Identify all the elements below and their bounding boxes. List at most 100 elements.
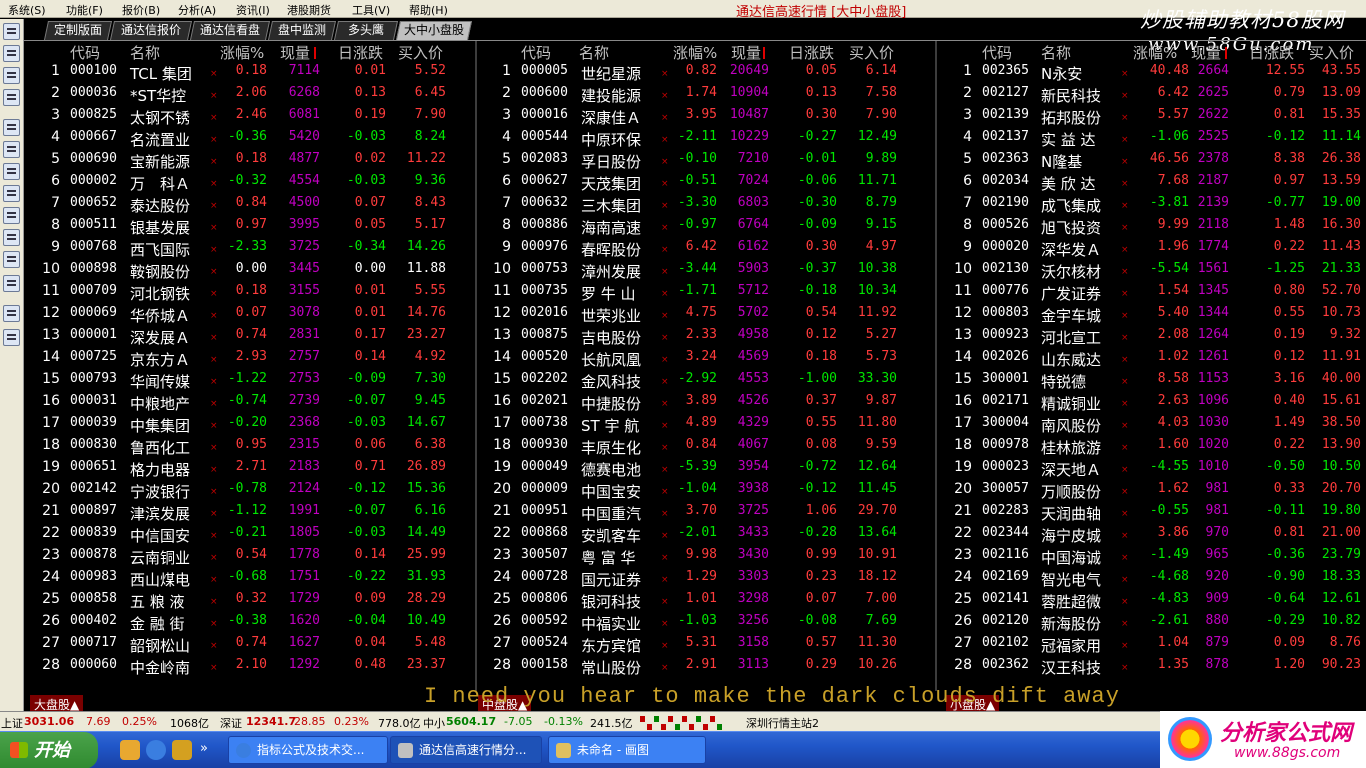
table-row[interactable]: 28 000060 中金岭南 × 2.10 1292 0.48 23.37: [24, 657, 475, 679]
column-header[interactable]: 现量: [731, 42, 761, 63]
column-header[interactable]: 涨幅%: [1133, 42, 1177, 63]
column-header[interactable]: 买入价: [398, 42, 443, 63]
table-row[interactable]: 20 300057 万顺股份 × 1.62 981 0.33 20.70: [937, 481, 1366, 503]
menu-item[interactable]: 功能(F): [66, 2, 103, 18]
column-header[interactable]: 代码: [521, 42, 551, 63]
multi-window-icon[interactable]: [3, 45, 20, 62]
table-row[interactable]: 16 002171 精诚铜业 × 2.63 1096 0.40 15.61: [937, 393, 1366, 415]
table-row[interactable]: 20 002142 宁波银行 × -0.78 2124 -0.12 15.36: [24, 481, 475, 503]
line-chart-icon[interactable]: [3, 67, 20, 84]
table-row[interactable]: 3 000016 深康佳Ａ × 3.95 10487 0.30 7.90: [477, 107, 935, 129]
table-row[interactable]: 4 000667 名流置业 × -0.36 5420 -0.03 8.24: [24, 129, 475, 151]
table-row[interactable]: 6 000627 天茂集团 × -0.51 7024 -0.06 11.71: [477, 173, 935, 195]
table-row[interactable]: 7 000632 三木集团 × -3.30 6803 -0.30 8.79: [477, 195, 935, 217]
quicklaunch-more-icon[interactable]: »: [200, 741, 208, 756]
table-row[interactable]: 1 000005 世纪星源 × 0.82 20649 0.05 6.14: [477, 63, 935, 85]
menu-item[interactable]: 工具(V): [352, 2, 390, 18]
people-icon[interactable]: [3, 329, 20, 346]
table-row[interactable]: 17 000039 中集集团 × -0.20 2368 -0.03 14.67: [24, 415, 475, 437]
table-row[interactable]: 22 000868 安凯客车 × -2.01 3433 -0.28 13.64: [477, 525, 935, 547]
table-row[interactable]: 18 000930 丰原生化 × 0.84 4067 0.08 9.59: [477, 437, 935, 459]
table-row[interactable]: 24 002169 智光电气 × -4.68 920 -0.90 18.33: [937, 569, 1366, 591]
server-status[interactable]: 深圳行情主站2: [746, 715, 819, 731]
users-icon[interactable]: [3, 207, 20, 224]
table-row[interactable]: 19 000049 德赛电池 × -5.39 3954 -0.72 12.64: [477, 459, 935, 481]
etf-icon[interactable]: [3, 275, 20, 292]
tab-5[interactable]: 大中小盘股: [395, 21, 473, 40]
column-header[interactable]: 现量: [280, 42, 310, 63]
table-row[interactable]: 6 000002 万 科Ａ × -0.32 4554 -0.03 9.36: [24, 173, 475, 195]
menu-item[interactable]: 帮助(H): [409, 2, 448, 18]
task-tdx-window[interactable]: 通达信高速行情分...: [390, 736, 542, 764]
quicklaunch-ie-icon[interactable]: [146, 740, 166, 760]
table-row[interactable]: 13 000923 河北宣工 × 2.08 1264 0.19 9.32: [937, 327, 1366, 349]
table-row[interactable]: 9 000768 西飞国际 × -2.33 3725 -0.34 14.26: [24, 239, 475, 261]
table-row[interactable]: 2 000036 *ST华控 × 2.06 6268 0.13 6.45: [24, 85, 475, 107]
table-row[interactable]: 16 000031 中粮地产 × -0.74 2739 -0.07 9.45: [24, 393, 475, 415]
table-row[interactable]: 27 002102 冠福家用 × 1.04 879 0.09 8.76: [937, 635, 1366, 657]
menu-item[interactable]: 报价(B): [122, 2, 160, 18]
column-header[interactable]: 名称: [1041, 42, 1071, 63]
table-row[interactable]: 25 000806 银河科技 × 1.01 3298 0.07 7.00: [477, 591, 935, 613]
table-row[interactable]: 3 002139 拓邦股份 × 5.57 2622 0.81 15.35: [937, 107, 1366, 129]
table-row[interactable]: 21 000951 中国重汽 × 3.70 3725 1.06 29.70: [477, 503, 935, 525]
speaker-icon[interactable]: [3, 305, 20, 322]
table-row[interactable]: 7 002190 成飞集成 × -3.81 2139 -0.77 19.00: [937, 195, 1366, 217]
table-row[interactable]: 13 000001 深发展Ａ × 0.74 2831 0.17 23.27: [24, 327, 475, 349]
alert-icon[interactable]: [3, 185, 20, 202]
table-row[interactable]: 19 000651 格力电器 × 2.71 2183 0.71 26.89: [24, 459, 475, 481]
table-row[interactable]: 11 000776 广发证券 × 1.54 1345 0.80 52.70: [937, 283, 1366, 305]
table-row[interactable]: 27 000524 东方宾馆 × 5.31 3158 0.57 11.30: [477, 635, 935, 657]
table-row[interactable]: 15 002202 金风科技 × -2.92 4553 -1.00 33.30: [477, 371, 935, 393]
table-row[interactable]: 8 000886 海南高速 × -0.97 6764 -0.09 9.15: [477, 217, 935, 239]
table-row[interactable]: 12 000803 金宇车城 × 5.40 1344 0.55 10.73: [937, 305, 1366, 327]
column-header[interactable]: 涨幅%: [220, 42, 264, 63]
table-row[interactable]: 14 000520 长航凤凰 × 3.24 4569 0.18 5.73: [477, 349, 935, 371]
tab-0[interactable]: 定制版面: [43, 21, 113, 40]
tab-1[interactable]: 通达信报价: [109, 21, 193, 40]
table-row[interactable]: 2 002127 新民科技 × 6.42 2625 0.79 13.09: [937, 85, 1366, 107]
table-row[interactable]: 9 000976 春晖股份 × 6.42 6162 0.30 4.97: [477, 239, 935, 261]
menu-item[interactable]: 港股期货: [287, 2, 331, 18]
table-row[interactable]: 11 000709 河北钢铁 × 0.18 3155 0.01 5.55: [24, 283, 475, 305]
table-row[interactable]: 10 000898 鞍钢股份 × 0.00 3445 0.00 11.88: [24, 261, 475, 283]
table-row[interactable]: 26 000402 金 融 街 × -0.38 1620 -0.04 10.49: [24, 613, 475, 635]
task-formula-window[interactable]: 指标公式及技术交...: [228, 736, 388, 764]
table-row[interactable]: 27 000717 韶钢松山 × 0.74 1627 0.04 5.48: [24, 635, 475, 657]
table-row[interactable]: 8 000526 旭飞投资 × 9.99 2118 1.48 16.30: [937, 217, 1366, 239]
table-row[interactable]: 5 002083 孚日股份 × -0.10 7210 -0.01 9.89: [477, 151, 935, 173]
table-row[interactable]: 8 000511 银基发展 × 0.97 3995 0.05 5.17: [24, 217, 475, 239]
table-row[interactable]: 28 000158 常山股份 × 2.91 3113 0.29 10.26: [477, 657, 935, 679]
column-header[interactable]: 日涨跌: [1249, 42, 1294, 63]
table-row[interactable]: 4 000544 中原环保 × -2.11 10229 -0.27 12.49: [477, 129, 935, 151]
table-row[interactable]: 5 000690 宝新能源 × 0.18 4877 0.02 11.22: [24, 151, 475, 173]
table-row[interactable]: 7 000652 泰达股份 × 0.84 4500 0.07 8.43: [24, 195, 475, 217]
table-row[interactable]: 14 000725 京东方Ａ × 2.93 2757 0.14 4.92: [24, 349, 475, 371]
table-row[interactable]: 26 002120 新海股份 × -2.61 880 -0.29 10.82: [937, 613, 1366, 635]
table-row[interactable]: 23 000878 云南铜业 × 0.54 1778 0.14 25.99: [24, 547, 475, 569]
table-row[interactable]: 3 000825 太钢不锈 × 2.46 6081 0.19 7.90: [24, 107, 475, 129]
table-row[interactable]: 1 000100 TCL 集团 × 0.18 7114 0.01 5.52: [24, 63, 475, 85]
table-row[interactable]: 28 002362 汉王科技 × 1.35 878 1.20 90.23: [937, 657, 1366, 679]
table-row[interactable]: 17 300004 南风股份 × 4.03 1030 1.49 38.50: [937, 415, 1366, 437]
table-row[interactable]: 1 002365 N永安 × 40.48 2664 12.55 43.55: [937, 63, 1366, 85]
table-row[interactable]: 10 002130 沃尔核材 × -5.54 1561 -1.25 21.33: [937, 261, 1366, 283]
screen-icon[interactable]: [3, 251, 20, 268]
tab-3[interactable]: 盘中监测: [267, 21, 337, 40]
table-row[interactable]: 24 000983 西山煤电 × -0.68 1751 -0.22 31.93: [24, 569, 475, 591]
menu-item[interactable]: 资讯(I): [236, 2, 270, 18]
quote-list-icon[interactable]: [3, 23, 20, 40]
tab-large-cap[interactable]: 大盘股▲: [30, 695, 84, 712]
table-row[interactable]: 24 000728 国元证券 × 1.29 3303 0.23 18.12: [477, 569, 935, 591]
column-header[interactable]: 买入价: [1309, 42, 1354, 63]
table-row[interactable]: 18 000830 鲁西化工 × 0.95 2315 0.06 6.38: [24, 437, 475, 459]
table-row[interactable]: 23 002116 中国海诚 × -1.49 965 -0.36 23.79: [937, 547, 1366, 569]
table-row[interactable]: 11 000735 罗 牛 山 × -1.71 5712 -0.18 10.34: [477, 283, 935, 305]
table-row[interactable]: 12 000069 华侨城Ａ × 0.07 3078 0.01 14.76: [24, 305, 475, 327]
table-row[interactable]: 4 002137 实 益 达 × -1.06 2525 -0.12 11.14: [937, 129, 1366, 151]
menu-item[interactable]: 分析(A): [178, 2, 216, 18]
column-header[interactable]: 涨幅%: [673, 42, 717, 63]
tab-4[interactable]: 多头鹰: [333, 21, 399, 40]
column-header[interactable]: 代码: [70, 42, 100, 63]
quicklaunch-folder-icon[interactable]: [120, 740, 140, 760]
